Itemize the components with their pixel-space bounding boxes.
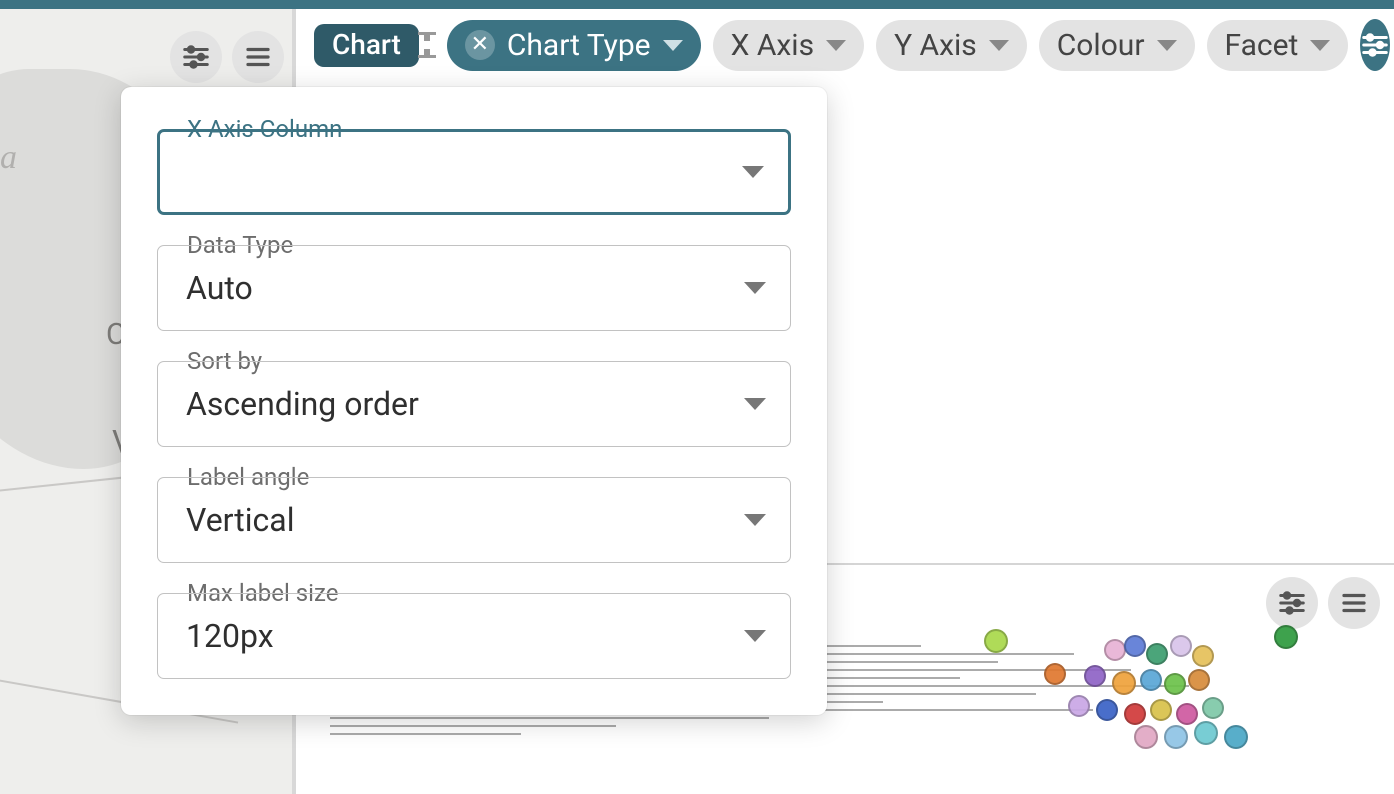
tree-node[interactable] <box>1044 663 1066 685</box>
chip-label: Facet <box>1225 28 1299 63</box>
tree-node[interactable] <box>1068 695 1090 717</box>
close-icon[interactable]: ✕ <box>465 30 495 60</box>
chip-colour[interactable]: Colour <box>1039 20 1195 71</box>
menu-button[interactable] <box>1328 577 1380 629</box>
chart-toolbar: Chart ✕ Chart Type X Axis Y Axis Colour <box>314 19 1380 71</box>
chart-panel: Chart ✕ Chart Type X Axis Y Axis Colour <box>300 9 1394 794</box>
tree-node[interactable] <box>1140 669 1162 691</box>
hamburger-icon <box>1339 588 1369 618</box>
chevron-down-icon <box>744 514 766 526</box>
field-value: Ascending order <box>186 385 419 423</box>
tree-node[interactable] <box>1112 671 1136 695</box>
tree-node[interactable] <box>1164 673 1186 695</box>
x-axis-settings-popover: X Axis Column Data Type Auto Sort by Asc… <box>121 87 827 715</box>
tree-controls <box>1266 577 1380 629</box>
chip-y-axis[interactable]: Y Axis <box>876 20 1027 71</box>
window-top-strip <box>0 0 1394 9</box>
map-controls <box>170 31 284 83</box>
tree-node[interactable] <box>1104 639 1126 661</box>
chip-facet[interactable]: Facet <box>1207 20 1349 71</box>
field-max-label-size[interactable]: Max label size 120px <box>157 593 791 679</box>
tree-node[interactable] <box>1224 725 1248 749</box>
tree-node[interactable] <box>1096 699 1118 721</box>
chevron-down-icon <box>1157 40 1177 51</box>
field-value: 120px <box>186 617 274 655</box>
map-label: a <box>0 139 17 177</box>
sliders-icon <box>181 42 211 72</box>
chevron-down-icon <box>744 282 766 294</box>
chip-label: Colour <box>1057 28 1145 63</box>
chevron-down-icon <box>744 398 766 410</box>
chevron-down-icon <box>742 166 764 178</box>
tree-node[interactable] <box>1124 635 1146 657</box>
chip-label: Chart Type <box>507 28 651 63</box>
menu-button[interactable] <box>232 31 284 83</box>
chip-x-axis[interactable]: X Axis <box>713 20 864 71</box>
main-area: a Ca V Chart ✕ Chart Type <box>0 9 1394 794</box>
tree-node[interactable] <box>1150 699 1172 721</box>
field-value: Auto <box>186 269 253 307</box>
tree-node-cluster[interactable] <box>974 625 1314 794</box>
tree-node[interactable] <box>1084 665 1106 687</box>
tree-node[interactable] <box>984 629 1008 653</box>
chevron-down-icon <box>663 40 683 51</box>
tree-node[interactable] <box>1134 725 1158 749</box>
field-sort-by[interactable]: Sort by Ascending order <box>157 361 791 447</box>
tree-node[interactable] <box>1192 645 1214 667</box>
tree-node[interactable] <box>1274 625 1298 649</box>
chip-label: Y Axis <box>894 28 977 63</box>
chevron-down-icon <box>744 630 766 642</box>
tree-node[interactable] <box>1188 669 1210 691</box>
tree-node[interactable] <box>1170 635 1192 657</box>
field-value: Vertical <box>186 501 294 539</box>
field-label-angle[interactable]: Label angle Vertical <box>157 477 791 563</box>
chip-label: X Axis <box>731 28 814 63</box>
tree-node[interactable] <box>1146 643 1168 665</box>
hamburger-icon <box>243 42 273 72</box>
chevron-down-icon <box>989 40 1009 51</box>
tree-node[interactable] <box>1124 703 1146 725</box>
tree-node[interactable] <box>1202 697 1224 719</box>
settings-button[interactable] <box>170 31 222 83</box>
chip-chart-type[interactable]: ✕ Chart Type <box>447 20 701 71</box>
chevron-down-icon <box>1310 40 1330 51</box>
sliders-icon <box>1277 588 1307 618</box>
chevron-down-icon <box>826 40 846 51</box>
sliders-icon <box>1360 30 1390 60</box>
tree-node[interactable] <box>1194 721 1218 745</box>
settings-button[interactable] <box>1266 577 1318 629</box>
tree-node[interactable] <box>1176 703 1198 725</box>
field-data-type[interactable]: Data Type Auto <box>157 245 791 331</box>
field-x-axis-column[interactable]: X Axis Column <box>157 129 791 215</box>
chart-badge: Chart <box>314 24 419 67</box>
settings-button[interactable] <box>1360 19 1390 71</box>
tree-node[interactable] <box>1164 725 1188 749</box>
